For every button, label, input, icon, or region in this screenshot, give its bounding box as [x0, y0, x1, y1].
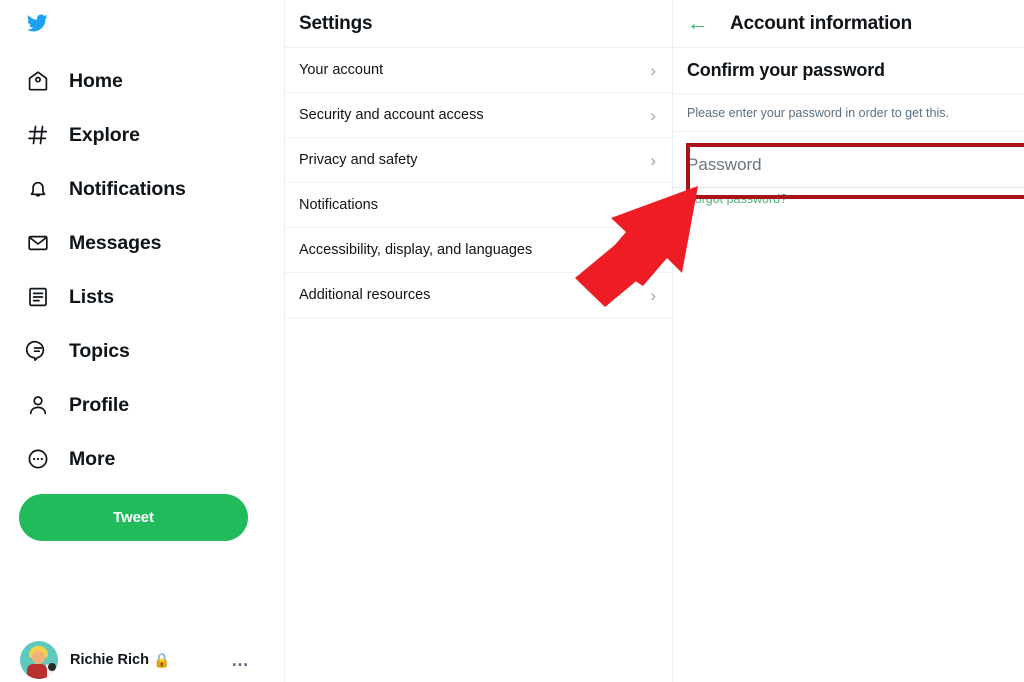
sidebar-item-lists[interactable]: Lists — [0, 270, 284, 324]
sidebar-item-label: More — [69, 447, 116, 470]
hashtag-icon — [24, 122, 51, 149]
ellipsis-circle-icon — [24, 446, 51, 473]
list-icon — [24, 284, 51, 311]
back-arrow-icon[interactable]: ← — [687, 13, 708, 34]
tweet-button[interactable]: Tweet — [19, 494, 248, 541]
settings-row-privacy-and-safety[interactable]: Privacy and safety › — [285, 138, 672, 183]
sidebar-item-label: Lists — [69, 285, 115, 308]
lock-icon: 🔒 — [152, 652, 171, 668]
detail-header: ← Account information — [673, 0, 1024, 48]
settings-row-label: Accessibility, display, and languages — [299, 242, 533, 258]
account-switcher[interactable]: Richie Rich 🔒 … — [20, 638, 270, 682]
sidebar-item-label: Notifications — [69, 177, 186, 200]
home-icon — [24, 68, 51, 95]
password-input[interactable]: Password — [673, 142, 1024, 188]
sidebar-item-messages[interactable]: Messages — [0, 216, 284, 270]
settings-row-your-account[interactable]: Your account › — [285, 48, 672, 93]
sidebar-item-label: Topics — [69, 339, 130, 362]
sidebar-nav: Home Explore Notifications Messages List… — [0, 46, 284, 486]
chevron-right-icon: › — [650, 240, 656, 260]
settings-header: Settings — [285, 0, 672, 48]
chevron-right-icon: › — [650, 195, 656, 215]
settings-row-security-and-account-access[interactable]: Security and account access › — [285, 93, 672, 138]
twitter-logo[interactable] — [0, 0, 284, 46]
avatar — [20, 641, 58, 679]
left-sidebar: Home Explore Notifications Messages List… — [0, 0, 285, 682]
speech-bubble-icon — [24, 338, 51, 365]
settings-row-label: Your account — [299, 62, 384, 78]
sidebar-item-notifications[interactable]: Notifications — [0, 162, 284, 216]
helper-text: Please enter your password in order to g… — [687, 105, 949, 120]
forgot-password-link[interactable]: Forgot password? — [687, 192, 787, 206]
password-placeholder: Password — [687, 154, 762, 174]
sidebar-item-label: Profile — [69, 393, 129, 416]
twitter-bird-icon — [24, 12, 50, 34]
settings-row-notifications[interactable]: Notifications › — [285, 183, 672, 228]
sidebar-item-label: Explore — [69, 123, 140, 146]
settings-row-accessibility-display-and-languages[interactable]: Accessibility, display, and languages › — [285, 228, 672, 273]
confirm-password-heading-row: Confirm your password — [673, 48, 1024, 94]
sidebar-item-topics[interactable]: Topics — [0, 324, 284, 378]
sidebar-item-profile[interactable]: Profile — [0, 378, 284, 432]
section-title: Confirm your password — [687, 60, 885, 80]
envelope-icon — [24, 230, 51, 257]
sidebar-item-explore[interactable]: Explore — [0, 108, 284, 162]
sidebar-item-home[interactable]: Home — [0, 54, 284, 108]
sidebar-item-more[interactable]: More — [0, 432, 284, 486]
helper-text-row: Please enter your password in order to g… — [673, 94, 1024, 132]
settings-row-additional-resources[interactable]: Additional resources › — [285, 273, 672, 318]
sidebar-item-label: Home — [69, 69, 123, 92]
chevron-right-icon: › — [650, 105, 656, 125]
detail-title: Account information — [730, 12, 912, 34]
sidebar-item-label: Messages — [69, 231, 162, 254]
settings-row-label: Notifications — [299, 197, 378, 213]
bell-icon — [24, 176, 51, 203]
settings-row-label: Security and account access — [299, 107, 484, 123]
chevron-right-icon: › — [650, 60, 656, 80]
settings-row-label: Additional resources — [299, 287, 431, 303]
page-title: Settings — [299, 12, 373, 34]
profile-name-text: Richie Rich — [70, 652, 149, 668]
password-area: Password Forgot password? — [673, 132, 1024, 208]
profile-name: Richie Rich 🔒 — [70, 652, 170, 668]
detail-panel: ← Account information Confirm your passw… — [673, 0, 1024, 682]
person-icon — [24, 392, 51, 419]
chevron-right-icon: › — [650, 285, 656, 305]
chevron-right-icon: › — [650, 150, 656, 170]
settings-row-label: Privacy and safety — [299, 152, 418, 168]
account-more-icon[interactable]: … — [231, 651, 270, 669]
twitter-settings-screen: Home Explore Notifications Messages List… — [0, 0, 1024, 682]
settings-column: Settings Your account › Security and acc… — [285, 0, 673, 682]
